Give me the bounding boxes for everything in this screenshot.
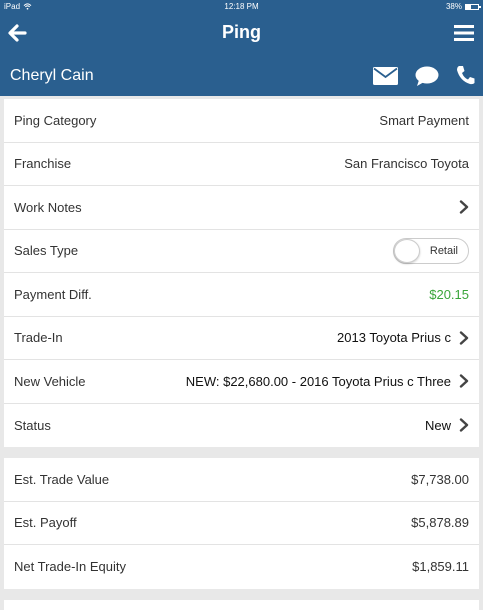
status-value: New xyxy=(424,417,451,433)
payment-diff-value: $20.15 xyxy=(429,286,469,302)
status-row[interactable]: Status New xyxy=(4,404,479,448)
chevron-right-icon xyxy=(459,374,469,388)
net-trade-in-equity-row: Net Trade-In Equity $1,859.11 xyxy=(4,545,479,589)
sales-type-value: Retail xyxy=(429,244,458,257)
est-payoff-label: Est. Payoff xyxy=(14,515,77,531)
payment-diff-label: Payment Diff. xyxy=(14,286,92,302)
ping-category-value: Smart Payment xyxy=(379,112,469,128)
est-trade-value-value: $7,738.00 xyxy=(411,471,469,487)
est-trade-value-label: Est. Trade Value xyxy=(14,471,110,487)
page-title: Ping xyxy=(222,22,261,42)
new-vehicle-label: New Vehicle xyxy=(14,373,86,389)
payment-diff-row: Payment Diff. $20.15 xyxy=(4,273,479,317)
net-trade-in-equity-label: Net Trade-In Equity xyxy=(14,559,126,575)
trade-in-row[interactable]: Trade-In 2013 Toyota Prius c xyxy=(4,317,479,360)
contact-name: Cheryl Cain xyxy=(10,67,94,84)
phone-icon[interactable] xyxy=(456,65,475,85)
next-card-peek xyxy=(4,600,479,610)
franchise-row: Franchise San Francisco Toyota xyxy=(4,143,479,186)
est-payoff-value: $5,878.89 xyxy=(411,515,469,531)
chevron-right-icon xyxy=(459,331,469,345)
trade-in-label: Trade-In xyxy=(14,330,63,346)
status-right: 38% xyxy=(445,2,481,11)
work-notes-label: Work Notes xyxy=(14,199,82,215)
chat-bubble-icon[interactable] xyxy=(415,66,439,87)
new-vehicle-value: NEW: $22,680.00 - 2016 Toyota Prius c Th… xyxy=(185,373,451,389)
new-vehicle-row[interactable]: New Vehicle NEW: $22,680.00 - 2016 Toyot… xyxy=(4,360,479,404)
hamburger-menu-icon[interactable] xyxy=(454,24,474,42)
franchise-value: San Francisco Toyota xyxy=(344,156,469,172)
sales-type-label: Sales Type xyxy=(14,243,79,259)
work-notes-row[interactable]: Work Notes xyxy=(4,186,479,230)
sales-type-row: Sales Type Retail xyxy=(4,230,479,273)
battery-percent: 38% xyxy=(445,2,462,11)
battery-icon xyxy=(465,3,481,10)
sales-type-toggle[interactable]: Retail xyxy=(393,237,469,264)
franchise-label: Franchise xyxy=(14,156,72,172)
chevron-right-icon xyxy=(459,418,469,432)
ping-details-card: Ping Category Smart Payment Franchise Sa… xyxy=(4,99,479,447)
status-label: Status xyxy=(14,417,51,433)
chevron-right-icon xyxy=(459,200,469,214)
contact-header: Cheryl Cain xyxy=(0,52,483,96)
trade-in-value: 2013 Toyota Prius c xyxy=(337,330,451,346)
trade-summary-card: Est. Trade Value $7,738.00 Est. Payoff $… xyxy=(4,458,479,589)
envelope-icon[interactable] xyxy=(373,67,398,85)
status-time: 12:18 PM xyxy=(224,2,259,11)
nav-bar: Ping xyxy=(0,14,483,52)
status-bar: iPad 12:18 PM 38% xyxy=(0,0,483,14)
toggle-knob xyxy=(394,238,420,263)
est-trade-value-row: Est. Trade Value $7,738.00 xyxy=(4,458,479,502)
est-payoff-row: Est. Payoff $5,878.89 xyxy=(4,502,479,545)
net-trade-in-equity-value: $1,859.11 xyxy=(412,559,469,575)
ping-category-label: Ping Category xyxy=(14,112,97,128)
ping-category-row: Ping Category Smart Payment xyxy=(4,99,479,143)
